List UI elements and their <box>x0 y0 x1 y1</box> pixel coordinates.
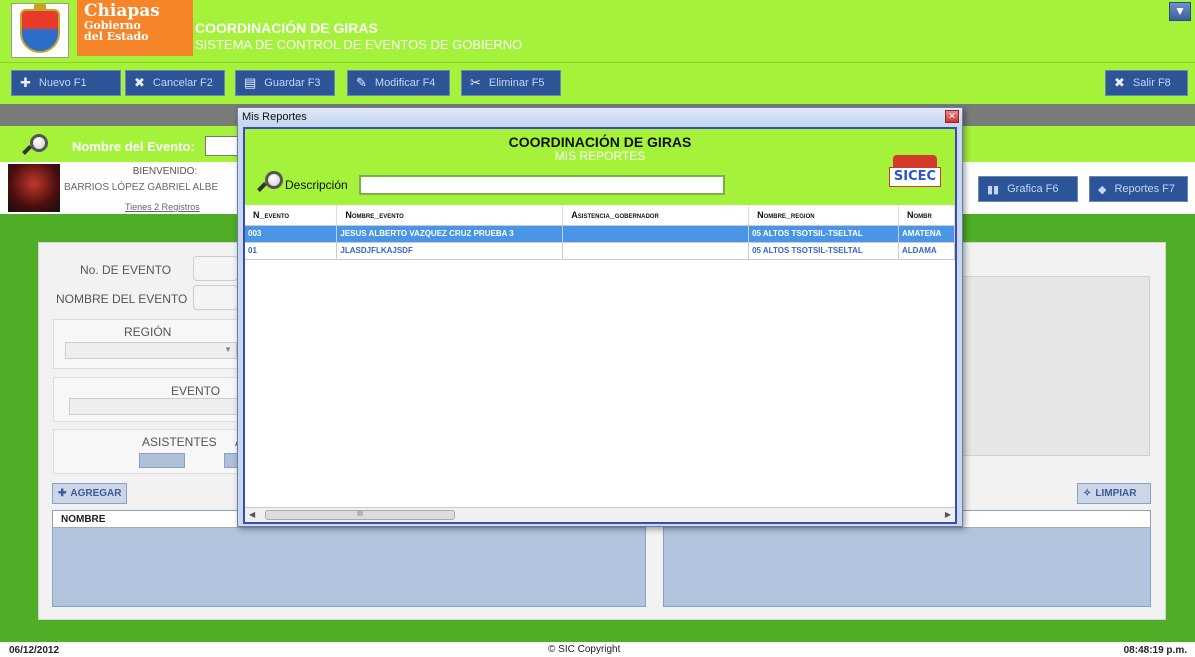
right-info-box <box>954 276 1150 456</box>
nuevo-button[interactable]: ✚ Nuevo F1 <box>11 70 121 96</box>
pencil-icon: ✎ <box>356 75 367 90</box>
modificar-button[interactable]: ✎ Modificar F4 <box>347 70 450 96</box>
descripcion-label: Descripción <box>285 178 348 192</box>
eliminar-label: Eliminar F5 <box>488 77 545 89</box>
exit-icon: ✖ <box>1114 75 1125 90</box>
nombre-evento-label: NOMBRE DEL EVENTO <box>56 292 188 306</box>
salir-button[interactable]: ✖ Salir F8 <box>1105 70 1188 96</box>
dialog-header-subtitle: MIS REPORTES <box>554 149 646 163</box>
column-header-asistencia-gobernador[interactable]: Asistencia_gobernador <box>562 205 750 226</box>
table-cell: 003 <box>245 225 338 243</box>
table-cell: ALDAMA <box>898 242 955 260</box>
column-header-nombre-evento[interactable]: Nombre_evento <box>336 205 564 226</box>
reports-table: N_evento Nombre_evento Asistencia_gobern… <box>245 205 955 260</box>
table-cell: 05 ALTOS TSOTSIL-TSELTAL <box>748 225 899 243</box>
org-line3: del Estado <box>84 30 149 43</box>
search-icon <box>255 171 283 195</box>
scroll-left-icon[interactable]: ◀ <box>249 510 255 519</box>
reports-grid[interactable]: N_evento Nombre_evento Asistencia_gobern… <box>245 205 955 507</box>
app-window: Chiapas Gobierno del Estado COORDINACIÓN… <box>0 0 1195 657</box>
reportes-label: Reportes F7 <box>1114 183 1175 195</box>
chevron-down-icon: ▼ <box>224 345 232 354</box>
chiapas-crest-logo <box>11 2 69 58</box>
reportes-button[interactable]: ◆ Reportes F7 <box>1089 176 1188 202</box>
table-cell: JESUS ALBERTO VAZQUEZ CRUZ PRUEBA 3 <box>336 225 564 243</box>
grafica-button[interactable]: ▮▮ Grafica F6 <box>978 176 1078 202</box>
dialog-body: COORDINACIÓN DE GIRAS MIS REPORTES SICEC… <box>243 127 957 524</box>
column-header-nombre-region[interactable]: Nombre_region <box>748 205 899 226</box>
column-header-nombre-municipio[interactable]: Nombr <box>898 205 955 226</box>
guardar-button[interactable]: ▤ Guardar F3 <box>235 70 335 96</box>
dialog-title: Mis Reportes <box>242 111 307 123</box>
add-icon: ✚ <box>58 488 67 499</box>
no-evento-label: No. DE EVENTO <box>80 263 172 277</box>
region-label: REGIÓN <box>124 325 172 339</box>
nombre-evento-field[interactable] <box>193 285 238 310</box>
header: Chiapas Gobierno del Estado COORDINACIÓN… <box>0 0 1195 62</box>
save-icon: ▤ <box>244 75 257 90</box>
mis-reportes-dialog: Mis Reportes ✕ COORDINACIÓN DE GIRAS MIS… <box>237 107 963 527</box>
evento-label: EVENTO <box>171 384 221 398</box>
asistentes-label: ASISTENTES <box>142 435 217 449</box>
dialog-header-title: COORDINACIÓN DE GIRAS <box>508 134 692 150</box>
status-time: 08:48:19 p.m. <box>1123 645 1187 656</box>
sicec-calendar-logo: SICEC <box>889 151 941 187</box>
scrollbar-thumb[interactable]: III <box>265 510 455 520</box>
plus-icon: ✚ <box>20 75 31 90</box>
agregar-label: AGREGAR <box>70 488 122 499</box>
eliminar-button[interactable]: ✂ Eliminar F5 <box>461 70 561 96</box>
salir-label: Salir F8 <box>1132 77 1171 89</box>
table-row[interactable]: 01 JLASDJFLKAJSDF 05 ALTOS TSOTSIL-TSELT… <box>245 242 955 260</box>
event-name-label: Nombre del Evento: <box>72 139 195 154</box>
limpiar-button[interactable]: ✧ LIMPIAR <box>1077 483 1151 504</box>
minimize-icon[interactable]: ▼ <box>1169 2 1191 21</box>
nuevo-label: Nuevo F1 <box>38 77 87 89</box>
column-header-n-evento[interactable]: N_evento <box>245 205 338 226</box>
table-cell: 01 <box>245 242 338 260</box>
limpiar-label: LIMPIAR <box>1095 488 1137 499</box>
close-icon[interactable]: ✕ <box>945 110 959 123</box>
avatar <box>8 164 60 212</box>
delete-icon: ✂ <box>470 75 481 90</box>
records-link[interactable]: Tienes 2 Registros <box>125 202 200 212</box>
table-cell <box>562 242 750 260</box>
broom-icon: ✧ <box>1083 488 1092 499</box>
status-copyright: © SIC Copyright <box>548 644 621 655</box>
app-title: COORDINACIÓN DE GIRAS <box>195 20 378 36</box>
scroll-right-icon[interactable]: ▶ <box>945 510 951 519</box>
table-cell: JLASDJFLKAJSDF <box>336 242 564 260</box>
table-row[interactable]: 003 JESUS ALBERTO VAZQUEZ CRUZ PRUEBA 3 … <box>245 225 955 243</box>
cancelar-label: Cancelar F2 <box>152 77 213 89</box>
user-name: BARRIOS LÓPEZ GABRIEL ALBE <box>64 182 219 193</box>
org-line1: Chiapas <box>84 1 160 21</box>
guardar-label: Guardar F3 <box>264 77 321 89</box>
chart-icon: ▮▮ <box>987 183 1000 196</box>
welcome-label: BIENVENIDO: <box>132 166 198 177</box>
asistentes-input[interactable] <box>139 453 185 468</box>
table-cell <box>562 225 750 243</box>
table-cell: 05 ALTOS TSOTSIL-TSELTAL <box>748 242 899 260</box>
evento-field[interactable] <box>69 398 239 415</box>
sicec-logo-text: SICEC <box>889 167 941 187</box>
no-evento-field[interactable] <box>193 256 238 281</box>
descripcion-input[interactable] <box>359 175 725 195</box>
org-badge: Chiapas Gobierno del Estado <box>77 0 193 56</box>
dialog-titlebar[interactable]: Mis Reportes <box>238 108 962 126</box>
status-date: 06/12/2012 <box>9 645 60 656</box>
report-icon: ◆ <box>1098 183 1107 196</box>
horizontal-scrollbar[interactable]: ◀ III ▶ <box>245 507 955 522</box>
dialog-header: COORDINACIÓN DE GIRAS MIS REPORTES SICEC… <box>245 129 955 205</box>
app-subtitle: SISTEMA DE CONTROL DE EVENTOS DE GOBIERN… <box>195 37 523 52</box>
cancel-icon: ✖ <box>134 75 145 90</box>
agregar-button[interactable]: ✚ AGREGAR <box>52 483 127 504</box>
modificar-label: Modificar F4 <box>374 77 436 89</box>
table-header-row: N_evento Nombre_evento Asistencia_gobern… <box>245 205 955 226</box>
toolbar: ✚ Nuevo F1 ✖ Cancelar F2 ▤ Guardar F3 ✎ Modi… <box>0 62 1195 104</box>
cancelar-button[interactable]: ✖ Cancelar F2 <box>125 70 225 96</box>
region-select[interactable]: ▼ <box>65 342 237 359</box>
status-bar: 06/12/2012 © SIC Copyright 08:48:19 p.m. <box>0 642 1195 657</box>
grafica-label: Grafica F6 <box>1007 183 1059 195</box>
search-icon <box>22 134 48 156</box>
table-cell: AMATENA <box>898 225 955 243</box>
